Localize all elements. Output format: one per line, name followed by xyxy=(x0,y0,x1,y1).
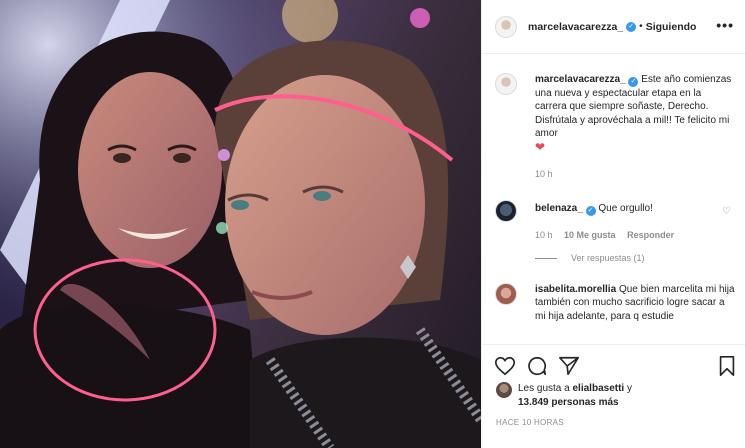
comment-bubble-icon[interactable] xyxy=(526,355,548,377)
likes-count[interactable]: 13.849 personas más xyxy=(518,397,619,408)
comment-username[interactable]: belenaza_ xyxy=(535,203,583,214)
liker-username[interactable]: elialbasetti xyxy=(573,383,625,394)
likes-text: Les gusta a elialbasetti y 13.849 person… xyxy=(518,382,632,410)
like-comment-icon[interactable]: ♡ xyxy=(722,206,731,217)
caption: marcelavacarezza_ ✓ Este año comienzas u… xyxy=(495,73,735,179)
comment-likes[interactable]: 10 Me gusta xyxy=(564,230,616,240)
like-heart-icon[interactable] xyxy=(494,355,516,377)
comment-avatar[interactable] xyxy=(495,200,517,222)
comment-avatar[interactable] xyxy=(495,283,517,305)
photo-illustration xyxy=(0,0,481,448)
liker-avatar[interactable] xyxy=(496,382,512,398)
caption-avatar[interactable] xyxy=(495,73,517,95)
verified-icon: ✓ xyxy=(585,206,596,216)
caption-body: marcelavacarezza_ ✓ Este año comienzas u… xyxy=(535,73,735,155)
reply-button[interactable]: Responder xyxy=(627,230,674,240)
comment-body: isabelita.morellia Que bien marcelita mi… xyxy=(535,283,735,323)
post-timestamp[interactable]: HACE 10 HORAS xyxy=(496,418,564,427)
comment-username[interactable]: isabelita.morellia xyxy=(535,284,616,295)
share-icon[interactable] xyxy=(558,355,580,377)
verified-icon: ✓ xyxy=(628,77,639,87)
like-comment-icon[interactable]: ♡ xyxy=(722,289,731,300)
view-replies[interactable]: Ver respuestas (1) xyxy=(535,253,735,263)
caption-username[interactable]: marcelavacarezza_ xyxy=(535,74,626,85)
likes-summary: Les gusta a elialbasetti y 13.849 person… xyxy=(496,382,632,410)
following-button[interactable]: Siguiendo xyxy=(646,21,697,33)
more-options-icon[interactable]: ••• xyxy=(716,17,734,33)
heart-emoji-icon: ❤ xyxy=(535,139,546,154)
view-replies-label[interactable]: Ver respuestas (1) xyxy=(571,253,645,263)
author-avatar[interactable] xyxy=(495,15,517,38)
separator-dot: • xyxy=(639,21,643,32)
caption-time: 10 h xyxy=(535,169,553,180)
likes-prefix: Les gusta a xyxy=(518,383,570,394)
comment-time: 10 h xyxy=(535,230,553,240)
verified-icon: ✓ xyxy=(626,21,637,32)
post-header: marcelavacarezza_ ✓ • Siguiendo ••• xyxy=(482,0,745,54)
likes-conj: y xyxy=(626,383,632,394)
comment-item: isabelita.morellia Que bien marcelita mi… xyxy=(495,283,735,323)
bookmark-icon[interactable] xyxy=(716,355,738,377)
post-photo[interactable] xyxy=(0,0,481,448)
comment-item: belenaza_ ✓ Que orgullo! ♡ 10 h 10 Me gu… xyxy=(495,200,735,240)
comments-list[interactable]: marcelavacarezza_ ✓ Este año comienzas u… xyxy=(482,55,745,344)
comment-text: Que orgullo! xyxy=(598,203,653,214)
comment-body: belenaza_ ✓ Que orgullo! xyxy=(535,200,735,216)
replies-divider xyxy=(535,257,557,259)
post-side-panel: marcelavacarezza_ ✓ • Siguiendo ••• marc… xyxy=(481,0,745,448)
post-actions: Les gusta a elialbasetti y 13.849 person… xyxy=(482,344,745,448)
comment-meta: 10 h 10 Me gusta Responder xyxy=(535,230,735,240)
author-username[interactable]: marcelavacarezza_ xyxy=(528,21,623,33)
caption-meta: 10 h xyxy=(535,169,735,179)
